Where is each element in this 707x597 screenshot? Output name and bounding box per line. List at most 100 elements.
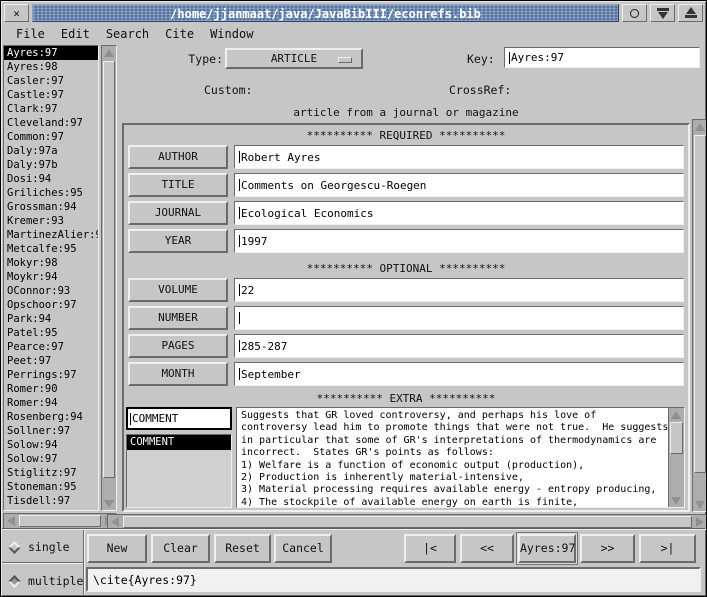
radio-multiple[interactable]: multiple: [10, 574, 83, 588]
list-item[interactable]: Pearce:97: [4, 340, 98, 354]
entry-list-vscrollbar[interactable]: [101, 45, 117, 511]
list-item[interactable]: Clark:97: [4, 102, 98, 116]
scroll-down-icon[interactable]: [669, 494, 683, 507]
form-vscrollbar[interactable]: [692, 119, 707, 512]
list-item[interactable]: Perrings:97: [4, 368, 98, 382]
nav-next-button[interactable]: >>: [580, 534, 635, 563]
custom-label[interactable]: Custom:: [204, 83, 252, 97]
list-item[interactable]: Ayres:97: [4, 46, 98, 60]
year-field-button[interactable]: YEAR: [128, 229, 228, 253]
nav-last-button[interactable]: >|: [639, 534, 696, 563]
window-shade-button[interactable]: [650, 4, 675, 22]
volume-field[interactable]: 22: [234, 278, 684, 302]
window-menu-button[interactable]: [622, 4, 647, 22]
entry-list-hscrollbar[interactable]: [3, 513, 117, 529]
list-item[interactable]: Solow:94: [4, 438, 98, 452]
reset-button[interactable]: Reset: [214, 534, 271, 563]
list-item[interactable]: Griliches:95: [4, 186, 98, 200]
extra-field-input[interactable]: COMMENT: [126, 407, 232, 430]
list-item[interactable]: COMMENT: [127, 435, 231, 450]
list-item[interactable]: Opschoor:97: [4, 298, 98, 312]
list-item[interactable]: MartinezAlier:97: [4, 228, 98, 242]
author-field-button[interactable]: AUTHOR: [128, 145, 228, 169]
scroll-right-icon[interactable]: [693, 515, 707, 528]
required-section-header: ********** REQUIRED **********: [124, 129, 688, 142]
key-value: Ayres:97: [511, 51, 564, 64]
list-item[interactable]: Romer:94: [4, 396, 98, 410]
scrollbar-thumb[interactable]: [670, 422, 683, 454]
list-item[interactable]: Rosenberg:94: [4, 410, 98, 424]
scroll-down-icon[interactable]: [693, 498, 707, 511]
pages-field[interactable]: 285-287: [234, 334, 684, 358]
journal-field-button[interactable]: JOURNAL: [128, 201, 228, 225]
list-item[interactable]: Romer:90: [4, 382, 98, 396]
menu-cite[interactable]: Cite: [157, 25, 202, 43]
list-item[interactable]: Park:94: [4, 312, 98, 326]
list-item[interactable]: Dosi:94: [4, 172, 98, 186]
list-item[interactable]: Casler:97: [4, 74, 98, 88]
list-item[interactable]: Stoneman:95: [4, 480, 98, 494]
scroll-up-icon[interactable]: [693, 120, 707, 133]
scrollbar-thumb[interactable]: [694, 135, 706, 473]
pages-field-button[interactable]: PAGES: [128, 334, 228, 358]
list-item[interactable]: Mokyr:98: [4, 256, 98, 270]
list-item[interactable]: Common:97: [4, 130, 98, 144]
author-field[interactable]: Robert Ayres: [234, 145, 684, 169]
list-item[interactable]: Solow:97: [4, 452, 98, 466]
list-item[interactable]: Tisdell:97: [4, 494, 98, 508]
scroll-left-icon[interactable]: [108, 515, 122, 528]
radio-single[interactable]: single: [10, 540, 70, 554]
year-field[interactable]: 1997: [234, 229, 684, 253]
month-field[interactable]: September: [234, 362, 684, 386]
list-item[interactable]: Daly:97b: [4, 158, 98, 172]
title-field-button[interactable]: TITLE: [128, 173, 228, 197]
scrollbar-thumb[interactable]: [103, 61, 115, 478]
list-item[interactable]: Patel:95: [4, 326, 98, 340]
window-title[interactable]: /home/jjanmaat/java/JavaBibIII/econrefs.…: [32, 4, 619, 22]
journal-field[interactable]: Ecological Economics: [234, 201, 684, 225]
scroll-down-icon[interactable]: [102, 497, 116, 510]
crossref-label[interactable]: CrossRef:: [449, 83, 511, 97]
form-hscrollbar[interactable]: [107, 514, 707, 530]
scrollbar-thumb[interactable]: [123, 516, 692, 528]
key-label: Key:: [467, 52, 495, 66]
cite-field[interactable]: \cite{Ayres:97}: [86, 567, 701, 592]
menu-search[interactable]: Search: [98, 25, 157, 43]
window-close-button[interactable]: ✕: [4, 4, 29, 22]
scroll-up-icon[interactable]: [669, 408, 683, 421]
nav-prev-button[interactable]: <<: [460, 534, 514, 563]
nav-first-button[interactable]: |<: [404, 534, 456, 563]
title-field[interactable]: Comments on Georgescu-Roegen: [234, 173, 684, 197]
list-item[interactable]: Moykr:94: [4, 270, 98, 284]
menu-window[interactable]: Window: [202, 25, 261, 43]
menu-file[interactable]: File: [8, 25, 53, 43]
number-field-button[interactable]: NUMBER: [128, 306, 228, 330]
scrollbar-thumb[interactable]: [19, 515, 101, 527]
list-item[interactable]: Ayres:98: [4, 60, 98, 74]
comment-vscrollbar[interactable]: [668, 408, 684, 507]
scroll-left-icon[interactable]: [4, 514, 18, 527]
list-item[interactable]: Cleveland:97: [4, 116, 98, 130]
scroll-up-icon[interactable]: [102, 46, 116, 59]
volume-field-button[interactable]: VOLUME: [128, 278, 228, 302]
list-item[interactable]: Grossman:94: [4, 200, 98, 214]
list-item[interactable]: Peet:97: [4, 354, 98, 368]
list-item[interactable]: Stiglitz:97: [4, 466, 98, 480]
number-field[interactable]: [234, 306, 684, 330]
list-item[interactable]: Daly:97a: [4, 144, 98, 158]
month-field-button[interactable]: MONTH: [128, 362, 228, 386]
list-item[interactable]: OConnor:93: [4, 284, 98, 298]
comment-textarea[interactable]: Suggests that GR loved controversy, and …: [237, 408, 668, 507]
cancel-button[interactable]: Cancel: [274, 534, 332, 563]
window-raise-button[interactable]: [678, 4, 703, 22]
list-item[interactable]: Sollner:97: [4, 424, 98, 438]
type-select[interactable]: ARTICLE: [225, 48, 363, 69]
key-field[interactable]: Ayres:97: [504, 47, 700, 68]
list-item[interactable]: Castle:97: [4, 88, 98, 102]
new-button[interactable]: New: [87, 534, 147, 563]
list-item[interactable]: Metcalfe:95: [4, 242, 98, 256]
clear-button[interactable]: Clear: [151, 534, 210, 563]
nav-current-entry-button[interactable]: Ayres:97: [518, 534, 576, 563]
menu-edit[interactable]: Edit: [53, 25, 98, 43]
list-item[interactable]: Kremer:93: [4, 214, 98, 228]
